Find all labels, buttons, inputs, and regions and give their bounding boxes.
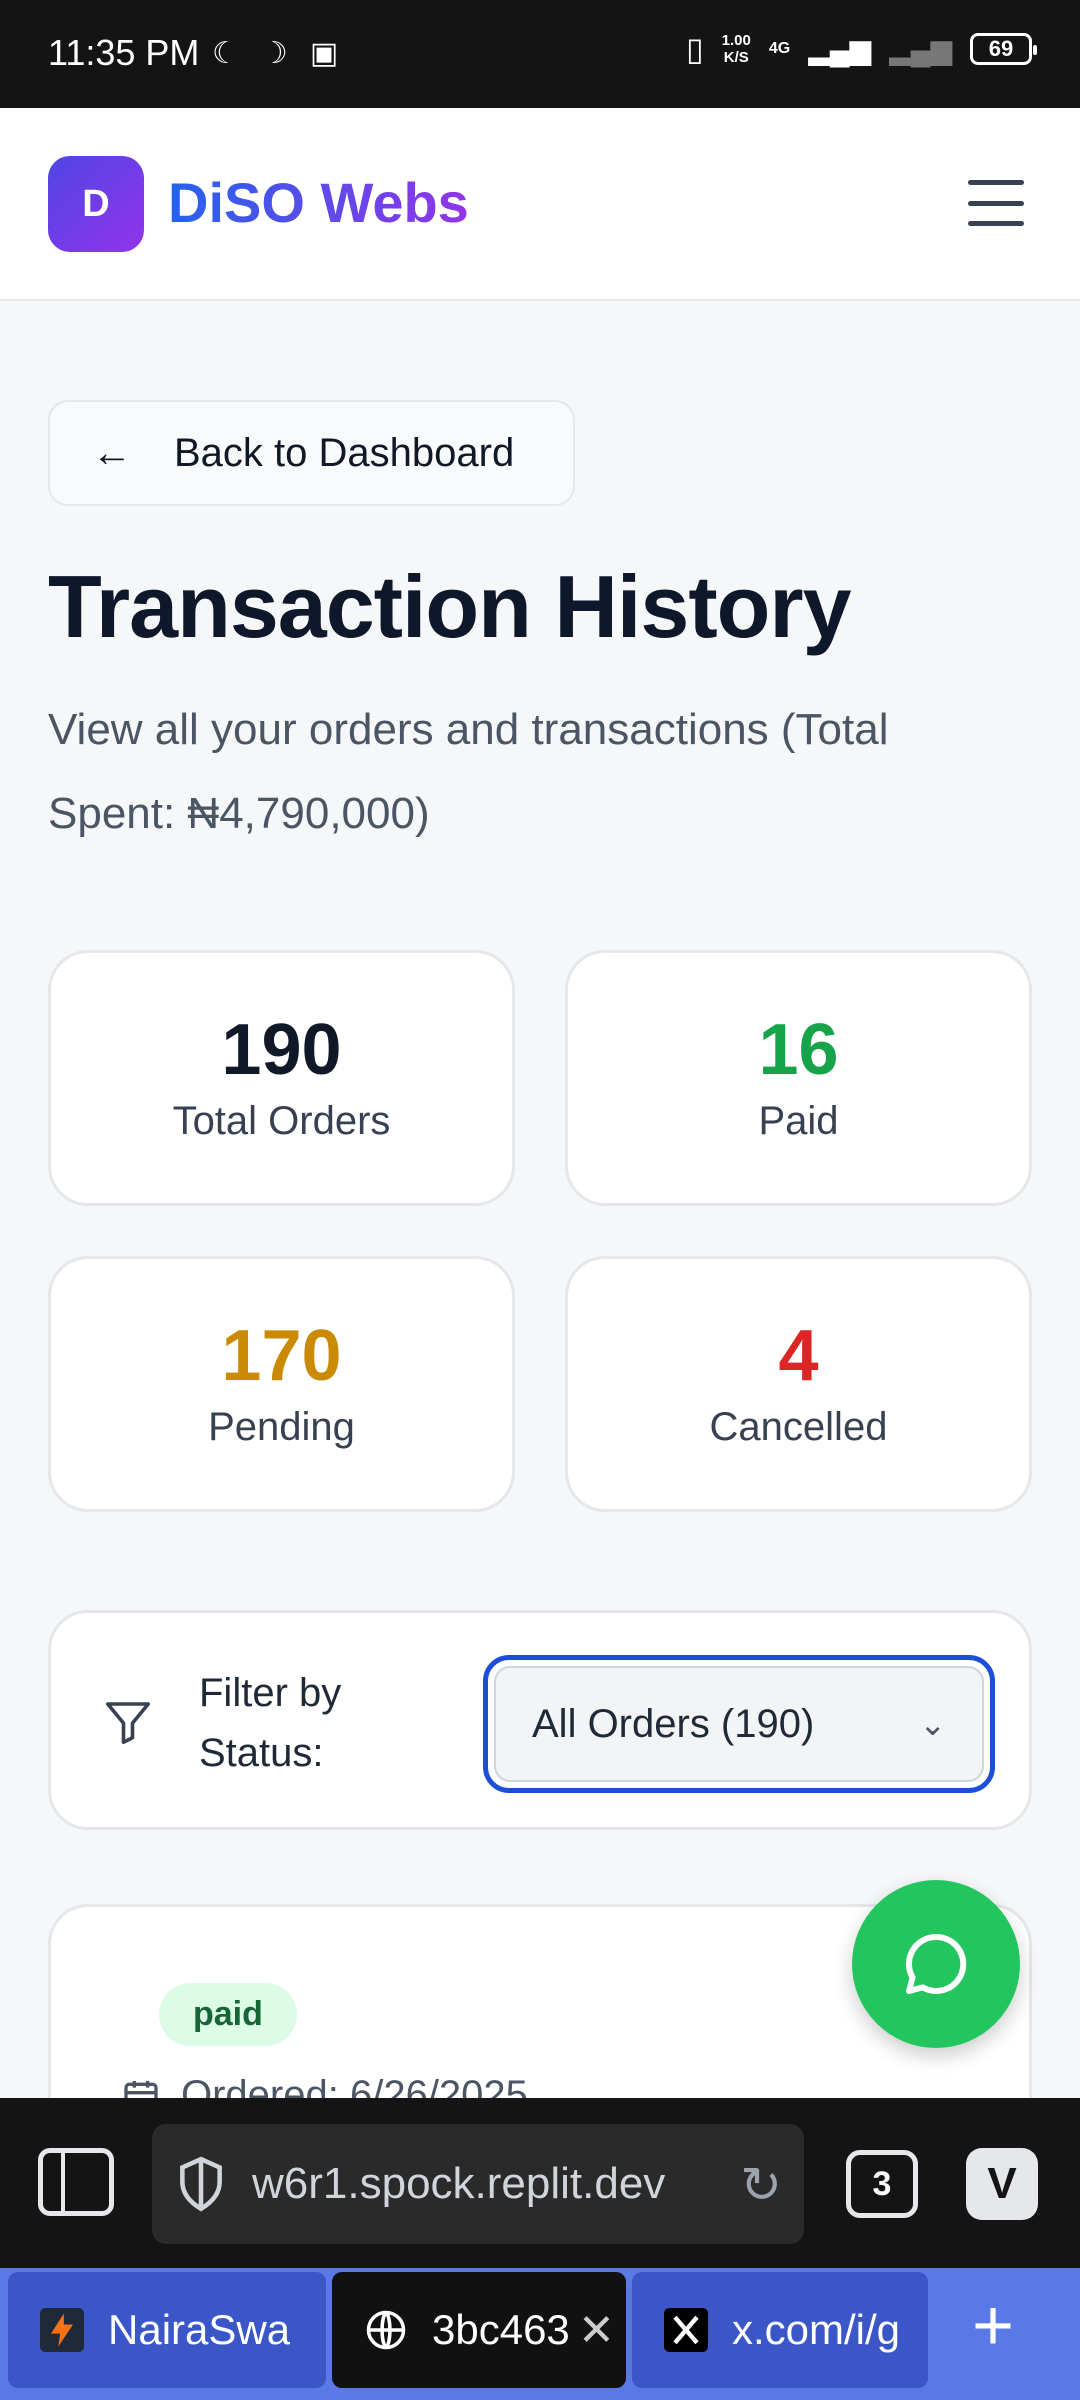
battery-icon: 69 bbox=[970, 33, 1037, 65]
browser-toolbar: w6r1.spock.replit.dev ↻ 3 V bbox=[0, 2098, 1080, 2268]
status-right: ▯ 1.00 K/S 4G ▂▄▆ ▂▄▆ 69 bbox=[686, 30, 1037, 68]
back-button-label: Back to Dashboard bbox=[174, 430, 515, 475]
logo[interactable]: D bbox=[48, 156, 144, 252]
brand-name[interactable]: DiSO Webs bbox=[168, 170, 469, 235]
tab-count: 3 bbox=[872, 2164, 892, 2203]
reload-icon[interactable]: ↻ bbox=[740, 2156, 782, 2214]
tab-title: x.com/i/g bbox=[732, 2306, 901, 2353]
hamburger-menu-icon[interactable] bbox=[968, 180, 1024, 226]
url-text: w6r1.spock.replit.dev bbox=[252, 2159, 666, 2208]
stat-total-orders: 190 Total Orders bbox=[48, 950, 515, 1206]
back-to-dashboard-button[interactable]: ← Back to Dashboard bbox=[48, 400, 575, 506]
chevron-down-icon: ⌄ bbox=[919, 1706, 946, 1742]
stat-value: 170 bbox=[221, 1316, 342, 1396]
stat-label: Cancelled bbox=[709, 1405, 888, 1449]
moon-icon: ☽ bbox=[260, 37, 288, 70]
filter-selected-value: All Orders (190) bbox=[532, 1701, 815, 1746]
filter-label: Filter by Status: bbox=[199, 1671, 342, 1775]
status-bar: 11:35 PM ☾ ☽ ▣ ▯ 1.00 K/S 4G ▂▄▆ ▂▄▆ 69 bbox=[0, 0, 1080, 108]
network-type: 4G bbox=[768, 40, 791, 57]
globe-icon bbox=[362, 2306, 410, 2354]
stat-value: 16 bbox=[758, 1010, 839, 1090]
status-badge: paid bbox=[159, 1983, 297, 2046]
night-mode-icon: ☾ bbox=[212, 37, 239, 70]
app-header: D DiSO Webs bbox=[0, 108, 1080, 301]
vibrate-icon: ▯ bbox=[686, 31, 704, 67]
stat-pending: 170 Pending bbox=[48, 1256, 515, 1512]
stat-label: Paid bbox=[758, 1099, 839, 1143]
battery-level: 69 bbox=[988, 36, 1014, 61]
vivaldi-menu-icon[interactable]: V bbox=[966, 2148, 1038, 2220]
stat-value: 4 bbox=[778, 1316, 819, 1396]
address-bar[interactable]: w6r1.spock.replit.dev ↻ bbox=[152, 2124, 804, 2244]
tab-title: 3bc463 bbox=[432, 2306, 570, 2353]
stat-label: Pending bbox=[208, 1405, 355, 1449]
stat-cancelled: 4 Cancelled bbox=[565, 1256, 1032, 1512]
browser-tab[interactable]: x.com/i/g bbox=[632, 2272, 928, 2388]
sidebar-panel-icon[interactable] bbox=[38, 2148, 114, 2216]
signal-icon: ▂▄▆ bbox=[808, 33, 872, 65]
close-tab-icon[interactable]: ✕ bbox=[578, 2305, 615, 2356]
browser-tab-active[interactable]: 3bc463 ✕ bbox=[332, 2272, 626, 2388]
filter-icon bbox=[105, 1702, 151, 1745]
page-subtitle: View all your orders and transactions (T… bbox=[48, 705, 889, 838]
filter-card: Filter by Status: All Orders (190) ⌄ bbox=[48, 1610, 1032, 1830]
chat-bubble-icon bbox=[906, 1933, 967, 1994]
stat-label: Total Orders bbox=[172, 1099, 391, 1143]
status-left-icons: ☾ ☽ ▣ bbox=[212, 36, 338, 71]
signal-weak-icon: ▂▄▆ bbox=[889, 33, 952, 65]
logo-letter: D bbox=[82, 182, 110, 225]
x-logo-icon bbox=[662, 2306, 710, 2354]
screenshot-icon: ▣ bbox=[309, 37, 339, 70]
page-title: Transaction History bbox=[48, 557, 852, 656]
tab-strip: NairaSwa 3bc463 ✕ x.com/i/g + bbox=[0, 2268, 1080, 2400]
tab-switcher-button[interactable]: 3 bbox=[846, 2150, 918, 2218]
stat-value: 190 bbox=[221, 1010, 342, 1090]
status-time: 11:35 PM bbox=[48, 32, 200, 73]
new-tab-button[interactable]: + bbox=[972, 2286, 1014, 2366]
browser-tab[interactable]: NairaSwa bbox=[8, 2272, 326, 2388]
whatsapp-chat-button[interactable] bbox=[852, 1880, 1020, 2048]
status-filter-select[interactable]: All Orders (190) ⌄ bbox=[483, 1655, 995, 1793]
nairaswap-favicon bbox=[38, 2306, 86, 2354]
tab-title: NairaSwa bbox=[108, 2306, 291, 2353]
shield-icon bbox=[180, 2156, 222, 2212]
net-speed: 1.00 K/S bbox=[721, 32, 751, 66]
arrow-left-icon: ← bbox=[92, 430, 132, 475]
stat-paid: 16 Paid bbox=[565, 950, 1032, 1206]
